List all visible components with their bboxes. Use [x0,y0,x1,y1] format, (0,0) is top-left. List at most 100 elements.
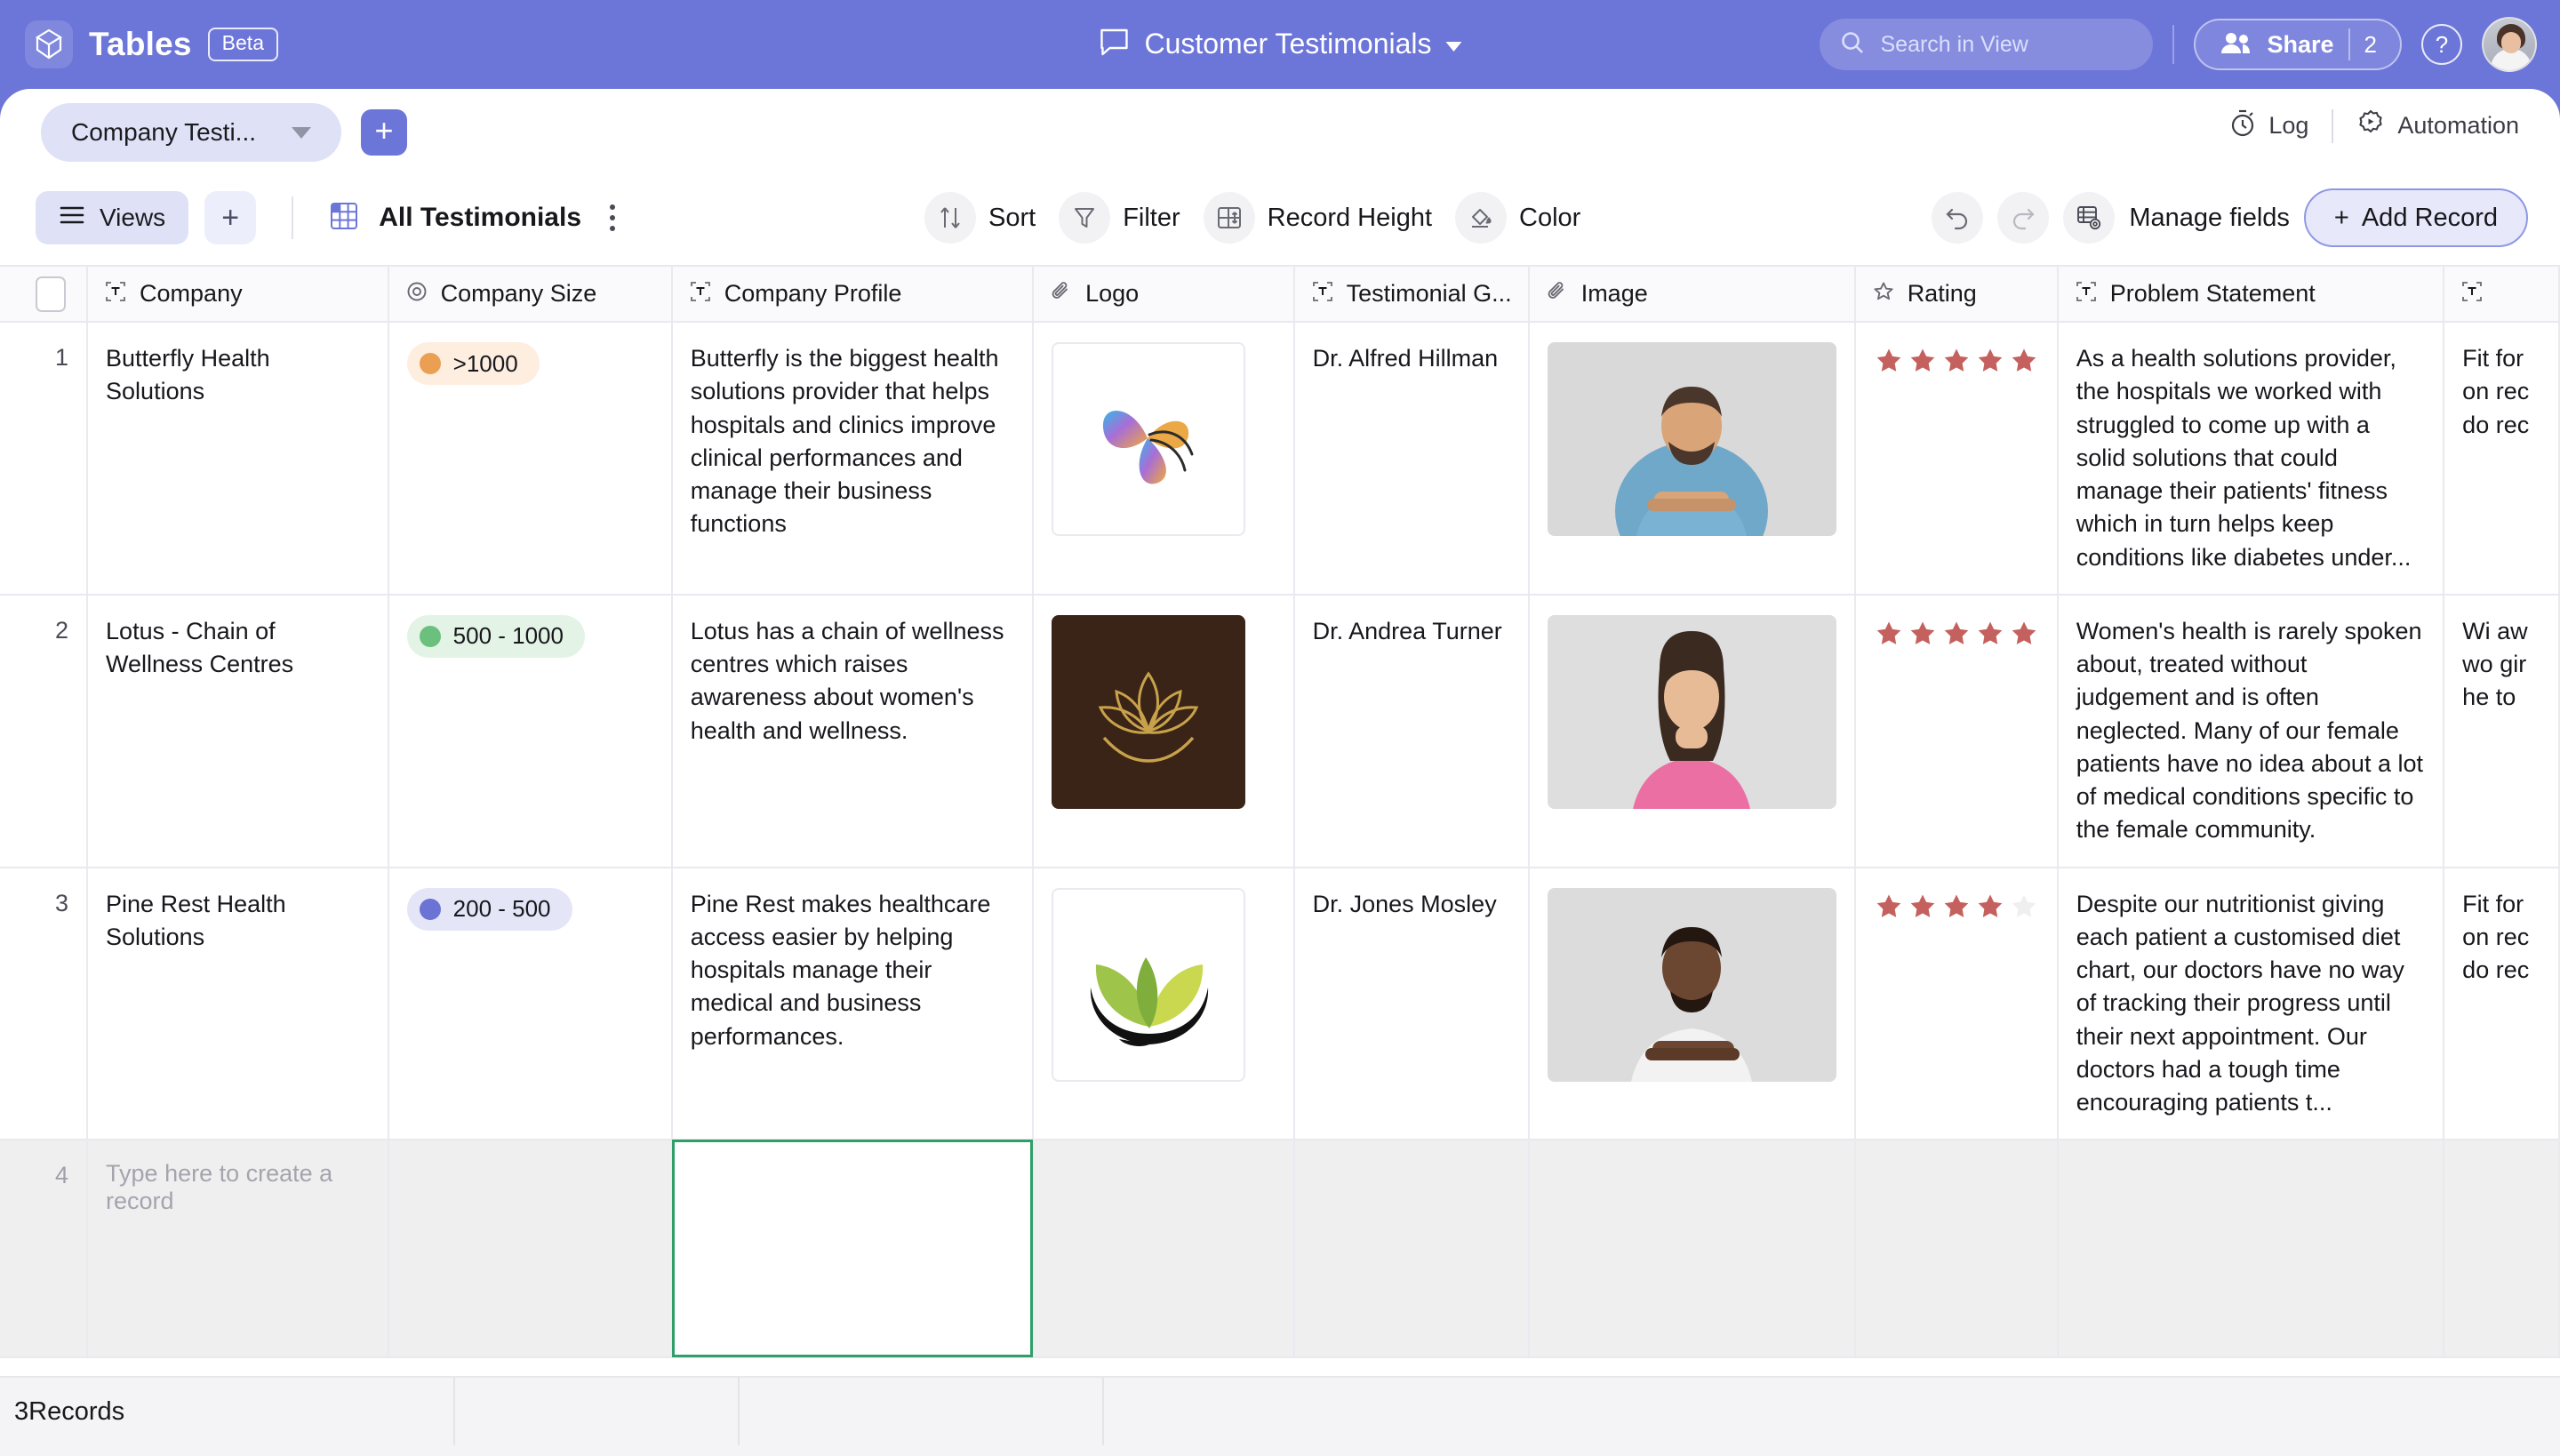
new-cell-company-size[interactable] [388,1140,673,1359]
rating-stars[interactable] [1874,888,2039,922]
cell-company-size[interactable]: 200 - 500 [388,867,673,1141]
status-badge: 500 - 1000 [406,614,585,658]
cell-image[interactable] [1528,594,1856,868]
brand[interactable]: Tables Beta [0,20,278,68]
cell-testimonial-guest[interactable]: Dr. Jones Mosley [1293,867,1530,1141]
manage-fields-button[interactable]: Manage fields [2129,204,2290,233]
star-filled-icon [1910,348,1935,372]
records-grid[interactable]: Company Company Size Company Profile Log… [0,267,2560,1367]
document-title-button[interactable]: Customer Testimonials [1098,27,1462,61]
avatar[interactable] [2482,17,2537,72]
cell-rating[interactable] [1854,322,2059,596]
column-header-company-profile[interactable]: Company Profile [671,267,1035,323]
table-row[interactable]: 2 Lotus - Chain of Wellness Centres 500 … [0,594,2560,868]
cell-image[interactable] [1528,867,1856,1141]
cell-testimonial-guest[interactable]: Dr. Alfred Hillman [1293,322,1530,596]
search-input[interactable]: Search in View [1820,19,2154,70]
color-button[interactable]: Color [1455,192,1596,244]
table-tab-company-testimonials[interactable]: Company Testi... [41,103,342,162]
status-label: 500 - 1000 [452,622,564,650]
cell-company-profile[interactable]: Butterfly is the biggest health solution… [671,322,1035,596]
column-header-problem-statement[interactable]: Problem Statement [2057,267,2445,323]
new-cell-next-field[interactable] [2444,1140,2560,1359]
cell-company-profile[interactable]: Pine Rest makes healthcare access easier… [671,867,1035,1141]
cell-logo[interactable] [1033,322,1295,596]
add-record-button[interactable]: + Add Record [2303,188,2528,247]
view-toolbar: Views + All Testimonials Sort Filter Rec… [0,171,2560,267]
attachment-icon [1050,280,1073,308]
cell-problem-statement[interactable]: Women's health is rarely spoken about, t… [2057,594,2445,868]
views-button[interactable]: Views [36,191,189,244]
record-height-button[interactable]: Record Height [1203,192,1448,244]
undo-button[interactable] [1932,192,1984,244]
share-button[interactable]: Share 2 [2194,19,2402,70]
text-field-icon [104,280,127,308]
column-header-company-size[interactable]: Company Size [388,267,673,323]
column-header-rating[interactable]: Rating [1854,267,2059,323]
footer-cell[interactable] [455,1378,740,1445]
column-label: Rating [1907,280,1977,307]
cell-image[interactable] [1528,322,1856,596]
question-circle-icon[interactable]: ? [2421,24,2462,65]
column-label: Logo [1085,280,1140,307]
new-record-row[interactable]: 4 Type here to create a record [0,1140,2560,1359]
speech-bubble-icon [1098,27,1130,61]
cell-next-field[interactable]: Fit for on rec do rec [2444,867,2560,1141]
cell-testimonial-guest[interactable]: Dr. Andrea Turner [1293,594,1530,868]
redo-button[interactable] [1997,192,2050,244]
column-header-image[interactable]: Image [1528,267,1856,323]
text-field-icon [2075,280,2098,308]
cell-company[interactable]: Pine Rest Health Solutions [87,867,389,1141]
column-header-company[interactable]: Company [87,267,389,323]
views-label: Views [100,204,166,231]
cell-rating[interactable] [1854,867,2059,1141]
fields-settings-icon[interactable] [2063,192,2116,244]
cell-problem-statement[interactable]: As a health solutions provider, the hosp… [2057,322,2445,596]
row-number-cell[interactable]: 3 [0,867,89,1141]
cell-problem-statement[interactable]: Despite our nutritionist giving each pat… [2057,867,2445,1141]
cell-text: Lotus - Chain of Wellness Centres [106,617,294,677]
cell-company-size[interactable]: 500 - 1000 [388,594,673,868]
cell-rating[interactable] [1854,594,2059,868]
cell-company[interactable]: Lotus - Chain of Wellness Centres [87,594,389,868]
footer-cell[interactable] [740,1378,1104,1445]
cell-company-size[interactable]: >1000 [388,322,673,596]
chevron-down-icon[interactable] [292,126,312,139]
new-record-input[interactable]: Type here to create a record [87,1140,389,1359]
kebab-menu-icon[interactable] [601,204,624,231]
single-select-icon [405,280,428,308]
checkbox-unchecked[interactable] [36,276,66,312]
cell-company-profile[interactable]: Lotus has a chain of wellness centres wh… [671,594,1035,868]
add-view-button[interactable]: + [204,191,257,244]
column-header-logo[interactable]: Logo [1033,267,1295,323]
current-view[interactable]: All Testimonials [329,201,624,236]
automation-button[interactable]: Automation [2356,108,2519,143]
rating-stars[interactable] [1874,615,2039,649]
column-header-next-field[interactable] [2444,267,2560,323]
row-number-cell[interactable]: 2 [0,594,89,868]
filter-button[interactable]: Filter [1059,192,1196,244]
select-all-header[interactable] [0,267,89,323]
table-row[interactable]: 1 Butterfly Health Solutions >1000 Butte… [0,322,2560,596]
chevron-down-icon[interactable] [1445,41,1462,52]
cell-next-field[interactable]: Wi aw wo gir he to [2444,594,2560,868]
table-row[interactable]: 3 Pine Rest Health Solutions 200 - 500 P… [0,867,2560,1141]
cell-company[interactable]: Butterfly Health Solutions [87,322,389,596]
active-cell-company-profile[interactable] [671,1140,1035,1359]
cell-next-field[interactable]: Fit for on rec do rec [2444,322,2560,596]
photo-woman-pink-sweater [1547,614,1836,809]
top-header-bar: Tables Beta Customer Testimonials Search… [0,0,2560,89]
rating-stars[interactable] [1874,342,2039,376]
new-cell-image[interactable] [1528,1140,1856,1359]
new-cell-logo[interactable] [1033,1140,1295,1359]
cell-logo[interactable] [1033,594,1295,868]
row-number-cell[interactable]: 1 [0,322,89,596]
new-cell-problem-statement[interactable] [2057,1140,2445,1359]
column-header-testimonial-guest[interactable]: Testimonial G... [1293,267,1530,323]
new-cell-testimonial-guest[interactable] [1293,1140,1530,1359]
log-button[interactable]: Log [2229,108,2308,143]
add-table-button[interactable]: + [361,109,408,156]
new-cell-rating[interactable] [1854,1140,2059,1359]
sort-button[interactable]: Sort [924,192,1052,244]
cell-logo[interactable] [1033,867,1295,1141]
